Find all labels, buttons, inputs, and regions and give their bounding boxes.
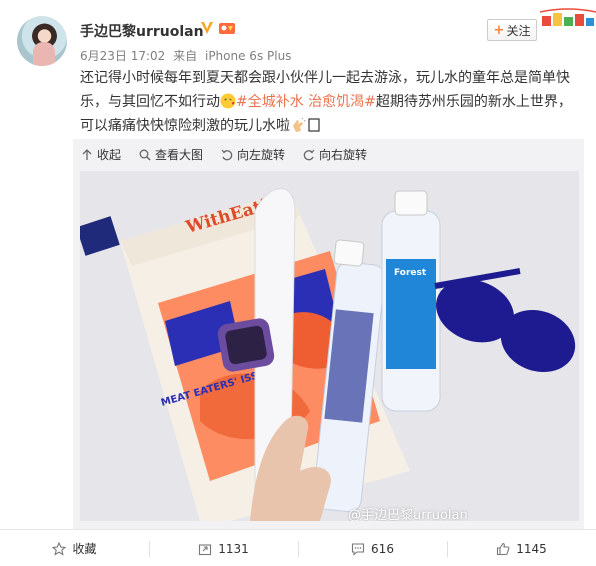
user-name[interactable]: 手边巴黎urruolan — [80, 21, 204, 41]
rotate-right-icon — [303, 149, 315, 160]
star-icon — [52, 541, 67, 556]
comment-icon — [351, 542, 365, 556]
rotate-right-label: 向右旋转 — [319, 148, 368, 162]
photo-scene: WithEati MEAT EATERS' ISSUE Forest — [80, 171, 579, 521]
broken-emoji-icon — [308, 118, 320, 132]
action-bar: 收藏 1131 616 1145 — [0, 529, 596, 566]
view-large-button[interactable]: 查看大图 — [139, 146, 203, 163]
post-source[interactable]: iPhone 6s Plus — [205, 49, 291, 63]
clap-emoji-icon — [293, 117, 306, 132]
arrow-up-icon — [82, 148, 92, 160]
festival-decor-icon — [540, 8, 596, 26]
hashtag-link[interactable]: #全城补水 治愈饥渴# — [236, 94, 376, 110]
plus-icon: + — [493, 22, 505, 38]
rotate-left-button[interactable]: 向左旋转 — [221, 146, 285, 163]
verified-icon — [201, 22, 213, 34]
repost-icon — [199, 543, 212, 555]
post-date[interactable]: 6月23日 17:02 — [80, 49, 165, 63]
favorite-label: 收藏 — [72, 542, 97, 556]
media-box: 收起 查看大图 向左旋转 向右旋转 WithEati MEAT EATERS' … — [73, 139, 584, 529]
photo-watermark: @手边巴黎urruolan — [348, 508, 468, 521]
repost-button[interactable]: 1131 — [149, 530, 298, 566]
thumbs-up-icon — [497, 542, 510, 555]
post-photo[interactable]: WithEati MEAT EATERS' ISSUE Forest @手边巴黎… — [80, 171, 579, 521]
source-prefix: 来自 — [173, 49, 198, 63]
comment-count: 616 — [371, 541, 394, 556]
forest-water-bottle-image: Forest — [381, 190, 441, 412]
repost-count: 1131 — [218, 541, 249, 556]
kiss-emoji-icon — [220, 93, 236, 109]
collapse-button[interactable]: 收起 — [81, 146, 121, 163]
favorite-button[interactable]: 收藏 — [0, 530, 149, 566]
comment-button[interactable]: 616 — [298, 530, 447, 566]
rotate-left-icon — [221, 149, 233, 160]
rotate-left-label: 向左旋转 — [237, 148, 286, 162]
post-text: 还记得小时候每年到夏天都会跟小伙伴儿一起去游泳，玩儿水的童年总是简单快乐，与其回… — [80, 66, 580, 138]
rotate-right-button[interactable]: 向右旋转 — [303, 146, 367, 163]
bottle-brand: Forest — [394, 268, 427, 278]
view-large-label: 查看大图 — [155, 148, 204, 162]
follow-label: 关注 — [506, 23, 531, 38]
avatar[interactable] — [17, 16, 67, 66]
like-button[interactable]: 1145 — [447, 530, 596, 566]
media-toolbar: 收起 查看大图 向左旋转 向右旋转 — [81, 146, 367, 163]
avatar-figure — [33, 42, 55, 66]
follow-button[interactable]: + 关注 — [487, 19, 537, 41]
collapse-label: 收起 — [97, 148, 122, 162]
like-count: 1145 — [516, 541, 547, 556]
post-meta: 6月23日 17:02 来自 iPhone 6s Plus — [80, 47, 295, 64]
magnifier-icon — [139, 149, 151, 161]
vip-icon — [219, 23, 235, 34]
